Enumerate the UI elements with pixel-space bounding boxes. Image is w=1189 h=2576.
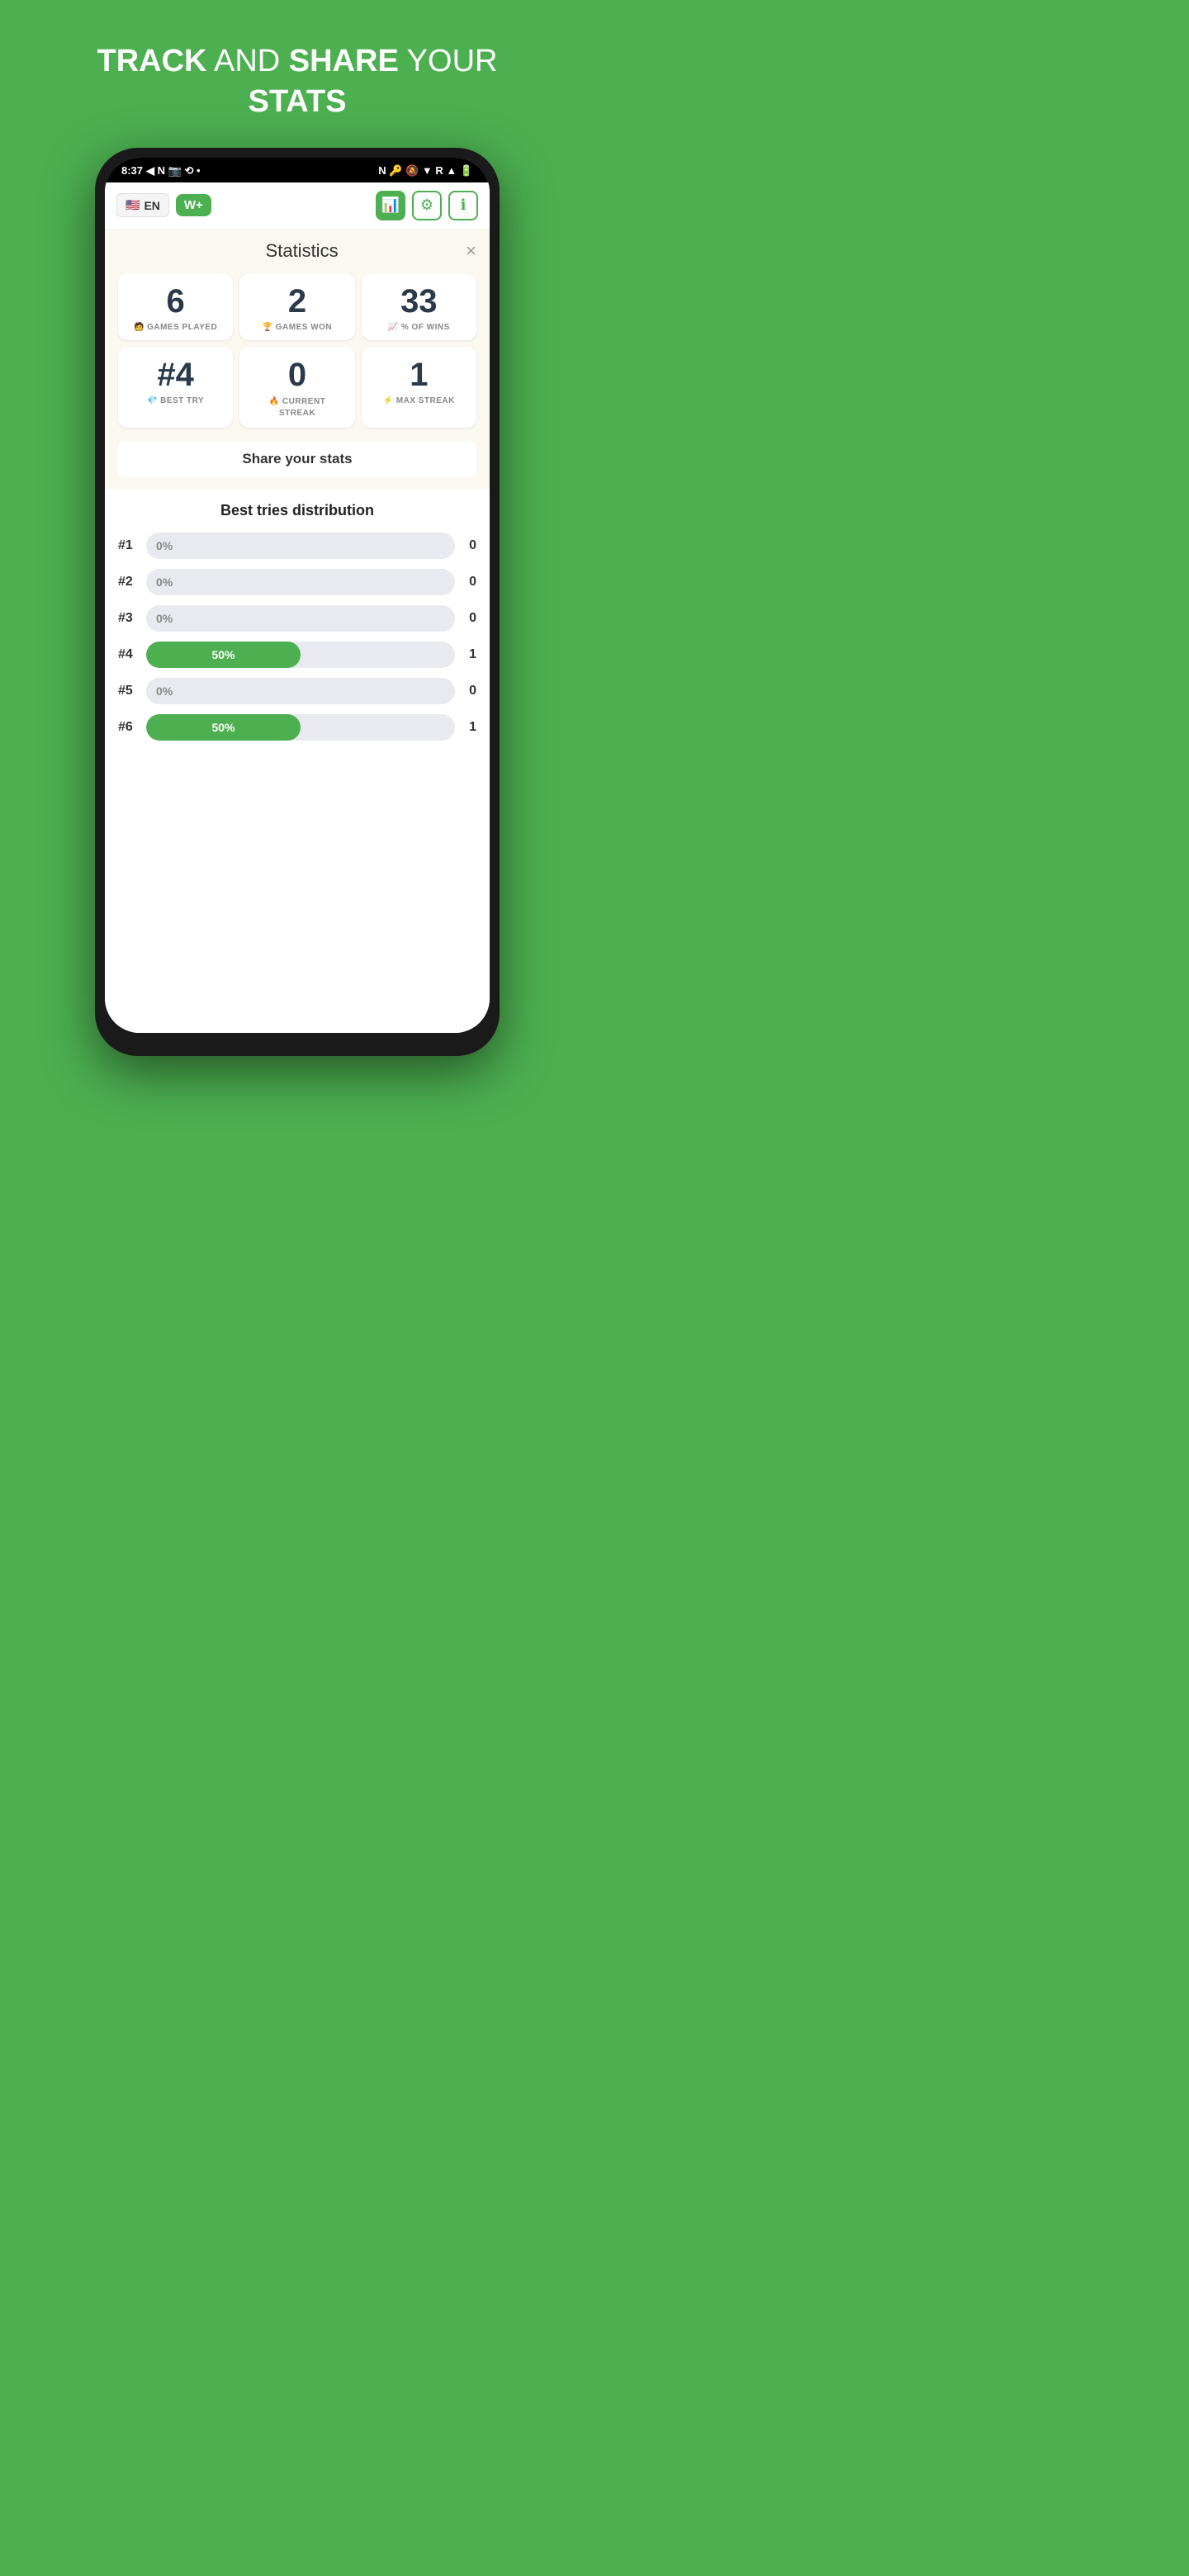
bar-chart-button[interactable]: 📊 [376,191,405,220]
stat-card-current-streak: 0 🔥 CURRENTSTREAK [239,347,354,428]
dist-bar-container: 0% [146,569,455,595]
distribution-section: Best tries distribution #10%0#20%0#30%0#… [105,489,490,1033]
dist-bar-container: 50% [146,642,455,668]
distribution-row: #1 0% 0 [118,533,476,559]
share-stats-button[interactable]: Share your stats [118,441,476,477]
stats-grid-bottom: #4 💎 BEST TRY 0 🔥 CURRENTSTREAK 1 ⚡ [118,347,476,428]
games-won-label: 🏆 GAMES WON [246,323,348,332]
dist-bar-text: 0% [156,612,173,625]
status-left-icons: ◀ N 📷 ⟲ • [146,164,200,178]
dist-bar-text: 0% [156,539,173,552]
hero-text: TRACK AND SHARE YOUR STATS [64,0,531,148]
dist-row-label: #1 [118,538,138,553]
close-button[interactable]: × [466,240,476,262]
gear-icon: ⚙ [420,197,433,214]
hero-and: AND [214,44,280,78]
status-bar-left: 8:37 ◀ N 📷 ⟲ • [121,164,201,178]
dist-bar: 0% [146,569,455,595]
info-icon: ℹ [461,197,467,214]
app-bar: 🇺🇸 EN W+ 📊 ⚙ ℹ [105,182,490,229]
games-won-value: 2 [246,285,348,318]
pct-wins-label: 📈 % OF WINS [368,323,470,332]
dist-bar: 0% [146,605,455,632]
hero-share: SHARE [289,44,399,78]
statistics-panel: Statistics × 6 🧑 GAMES PLAYED 2 🏆 GAMES [105,229,490,489]
lightning-icon: ⚡ [383,396,394,405]
distribution-row: #6 50% 1 [118,714,476,741]
settings-button[interactable]: ⚙ [412,191,442,220]
dist-row-count: 0 [463,538,476,553]
max-streak-label: ⚡ MAX STREAK [368,396,470,405]
info-button[interactable]: ℹ [448,191,478,220]
dist-bar-text: 0% [156,575,173,589]
stat-card-max-streak: 1 ⚡ MAX STREAK [362,347,476,428]
dist-row-label: #4 [118,647,138,662]
wplus-button[interactable]: W+ [176,194,211,216]
dist-bar: 0% [146,678,455,704]
hero-track: TRACK [97,44,207,78]
current-streak-label: 🔥 CURRENTSTREAK [246,396,348,419]
phone-notch [256,158,339,173]
distribution-title: Best tries distribution [118,502,476,519]
phone-frame: 8:37 ◀ N 📷 ⟲ • N 🔑 🔕 ▼ R ▲ 🔋 🇺🇸 EN W+ [95,148,500,1056]
status-right-icons: N 🔑 🔕 ▼ R ▲ 🔋 [378,164,473,178]
distribution-rows: #1 0% 0 #2 0% 0 #3 0% 0 #4 50% 1 #5 0% 0 #6 50% 1 [118,533,476,741]
dist-bar: 0% [146,533,455,559]
dist-row-label: #3 [118,611,138,626]
hero-stats: STATS [249,84,347,119]
app-bar-left: 🇺🇸 EN W+ [116,193,211,217]
wplus-label: W+ [184,198,203,212]
dist-row-label: #2 [118,575,138,590]
flag-icon: 🇺🇸 [126,198,140,212]
dist-row-count: 0 [463,611,476,626]
dist-row-label: #5 [118,684,138,698]
dist-row-label: #6 [118,720,138,735]
current-streak-value: 0 [246,358,348,391]
distribution-row: #2 0% 0 [118,569,476,595]
dist-row-count: 1 [463,720,476,735]
dist-row-count: 0 [463,575,476,590]
dist-bar-text: 50% [211,721,234,734]
stat-card-best-try: #4 💎 BEST TRY [118,347,233,428]
best-try-value: #4 [125,358,226,391]
stat-card-pct-wins: 33 📈 % OF WINS [362,273,476,340]
dist-bar-text: 50% [211,648,234,661]
dist-row-count: 0 [463,684,476,698]
stats-grid-top: 6 🧑 GAMES PLAYED 2 🏆 GAMES WON 33 [118,273,476,340]
chart-icon: 📈 [388,323,399,332]
dist-bar: 50% [146,714,301,741]
diamond-icon: 💎 [147,396,158,405]
distribution-row: #3 0% 0 [118,605,476,632]
best-try-label: 💎 BEST TRY [125,396,226,405]
dist-bar-text: 0% [156,684,173,698]
dist-bar: 50% [146,642,301,668]
dist-bar-container: 0% [146,605,455,632]
max-streak-value: 1 [368,358,470,391]
language-button[interactable]: 🇺🇸 EN [116,193,169,217]
statistics-title: Statistics [138,240,466,262]
stat-card-games-played: 6 🧑 GAMES PLAYED [118,273,233,340]
bar-chart-icon: 📊 [381,197,400,214]
stat-card-games-won: 2 🏆 GAMES WON [239,273,354,340]
trophy-icon: 🏆 [263,323,273,332]
status-bar-right: N 🔑 🔕 ▼ R ▲ 🔋 [378,164,473,178]
phone-screen: 8:37 ◀ N 📷 ⟲ • N 🔑 🔕 ▼ R ▲ 🔋 🇺🇸 EN W+ [105,158,490,1033]
distribution-row: #5 0% 0 [118,678,476,704]
games-played-label: 🧑 GAMES PLAYED [125,323,226,332]
games-played-icon: 🧑 [134,323,144,332]
status-time: 8:37 [121,164,143,177]
dist-bar-container: 50% [146,714,455,741]
language-label: EN [144,199,159,212]
dist-bar-container: 0% [146,533,455,559]
hero-your: YOUR [407,44,498,78]
games-played-value: 6 [125,285,226,318]
pct-wins-value: 33 [368,285,470,318]
dist-row-count: 1 [463,647,476,662]
distribution-row: #4 50% 1 [118,642,476,668]
statistics-header: Statistics × [118,240,476,262]
app-bar-right: 📊 ⚙ ℹ [376,191,478,220]
dist-bar-container: 0% [146,678,455,704]
